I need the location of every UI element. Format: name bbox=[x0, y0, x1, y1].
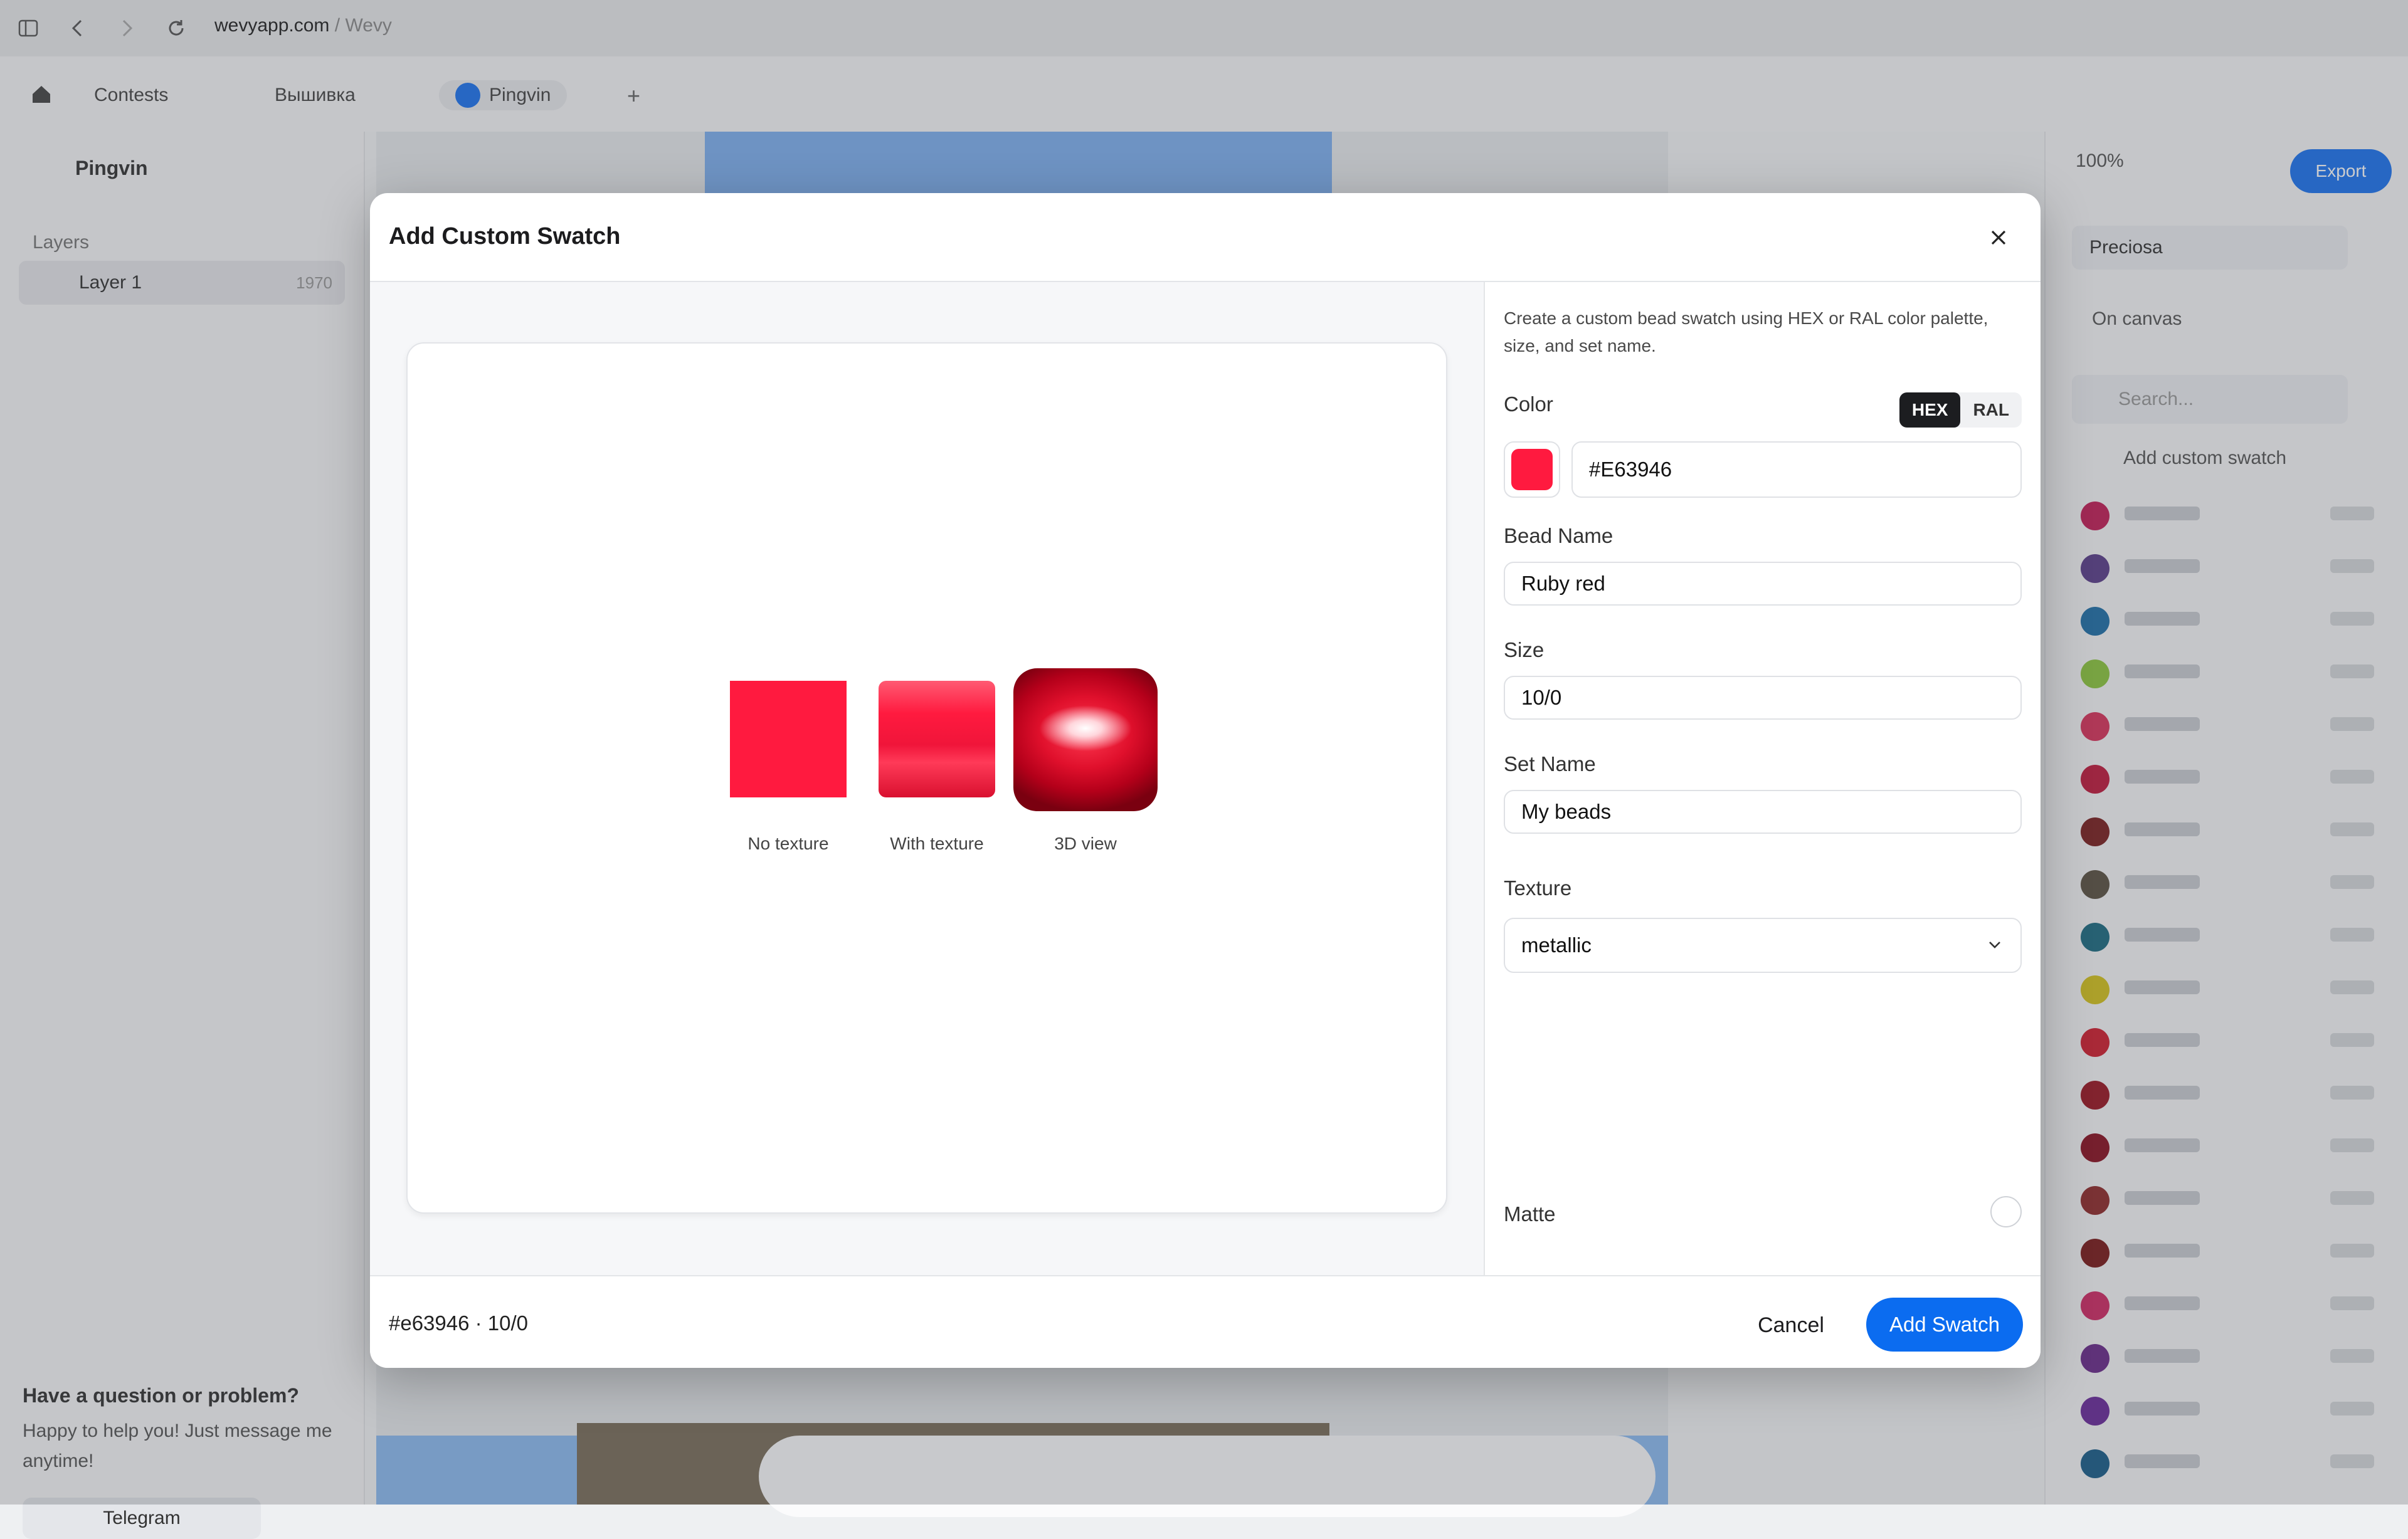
texture-label: Texture bbox=[1504, 876, 1572, 900]
bead-3d-render bbox=[1013, 668, 1158, 811]
hex-input[interactable]: #E63946 bbox=[1571, 441, 2022, 498]
add-custom-swatch-dialog: Add Custom Swatch No texture With textur… bbox=[370, 193, 2041, 1368]
telegram-label: Telegram bbox=[103, 1508, 181, 1528]
preview-card: No texture With texture 3D view bbox=[406, 342, 1447, 1214]
matte-checkbox[interactable] bbox=[1990, 1196, 2022, 1227]
preview-label: 3D view bbox=[1054, 834, 1117, 853]
swatch-textured bbox=[879, 681, 995, 797]
set-name-value: My beads bbox=[1521, 800, 1612, 823]
preview-pane: No texture With texture 3D view bbox=[370, 282, 1485, 1275]
set-name-input[interactable]: My beads bbox=[1504, 790, 2022, 834]
add-swatch-button[interactable]: Add Swatch bbox=[1866, 1298, 2023, 1352]
color-chip bbox=[1511, 449, 1553, 490]
color-picker-button[interactable] bbox=[1504, 441, 1560, 498]
texture-select[interactable]: metallic bbox=[1504, 918, 2022, 973]
swatch-flat bbox=[730, 681, 847, 797]
color-label: Color bbox=[1504, 392, 1553, 416]
mode-ral-button[interactable]: RAL bbox=[1960, 392, 2022, 428]
hex-value: #E63946 bbox=[1589, 458, 1672, 481]
dialog-header: Add Custom Swatch bbox=[370, 193, 2041, 282]
close-icon[interactable] bbox=[1984, 223, 2013, 252]
texture-value: metallic bbox=[1521, 933, 1592, 957]
dialog-title: Add Custom Swatch bbox=[389, 223, 621, 249]
swatch-form: Create a custom bead swatch using HEX or… bbox=[1485, 282, 2041, 1275]
swatch-summary: #e63946 · 10/0 bbox=[389, 1311, 529, 1335]
chevron-down-icon bbox=[1988, 928, 2002, 954]
bead-name-input[interactable]: Ruby red bbox=[1504, 562, 2022, 606]
bead-name-label: Bead Name bbox=[1504, 524, 1613, 547]
size-input[interactable]: 10/0 bbox=[1504, 676, 2022, 720]
mode-hex-button[interactable]: HEX bbox=[1899, 392, 1961, 428]
cancel-button[interactable]: Cancel bbox=[1747, 1300, 1835, 1350]
preview-label: No texture bbox=[747, 834, 829, 853]
set-name-label: Set Name bbox=[1504, 752, 1596, 775]
dialog-footer: #e63946 · 10/0 Cancel Add Swatch bbox=[370, 1275, 2041, 1368]
bead-name-value: Ruby red bbox=[1521, 572, 1605, 595]
preview-label: With texture bbox=[890, 834, 984, 853]
size-label: Size bbox=[1504, 638, 1545, 661]
form-description: Create a custom bead swatch using HEX or… bbox=[1504, 308, 1988, 355]
color-mode-toggle: HEX RAL bbox=[1899, 392, 2022, 428]
matte-label: Matte bbox=[1504, 1202, 1556, 1226]
size-value: 10/0 bbox=[1521, 686, 1562, 709]
